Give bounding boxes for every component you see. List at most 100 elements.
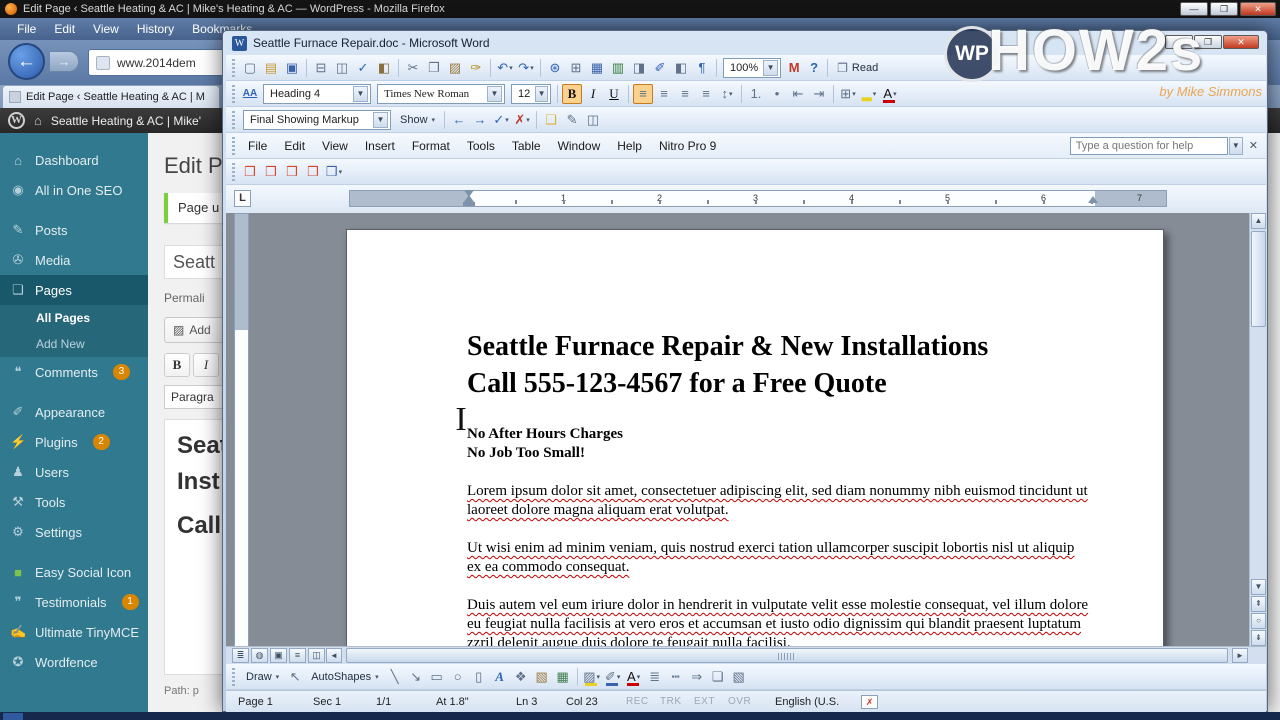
sidebar-item-comments[interactable]: ❝ Comments 3: [0, 357, 148, 387]
word-menu-nitro-pro-9[interactable]: Nitro Pro 9: [651, 136, 724, 156]
zoom-select[interactable]: 100% ▼: [723, 57, 782, 78]
separator[interactable]: [833, 84, 834, 103]
spelling-button[interactable]: ✓: [353, 58, 373, 78]
browser-tab[interactable]: Edit Page ‹ Seattle Heating & AC | M: [2, 85, 220, 108]
scroll-up-button[interactable]: ▲: [1251, 213, 1266, 229]
insert-hyperlink-button[interactable]: ⊛: [545, 58, 565, 78]
right-indent-marker[interactable]: [1088, 196, 1098, 203]
columns-button[interactable]: ◨: [629, 58, 649, 78]
home-icon[interactable]: ⌂: [34, 113, 42, 128]
maximize-button[interactable]: ❐: [1194, 35, 1222, 49]
next-change-button[interactable]: →: [470, 110, 490, 130]
highlight-button[interactable]: ▂: [859, 84, 879, 104]
horizontal-ruler[interactable]: 1 2 3 4 5 6 7: [349, 190, 1167, 207]
add-media-button[interactable]: ▨ Add: [164, 317, 222, 343]
help-button[interactable]: ?: [804, 58, 824, 78]
display-for-review-select[interactable]: Final Showing Markup ▼: [243, 109, 391, 130]
scroll-down-button[interactable]: ▼: [1251, 579, 1266, 595]
cut-button[interactable]: ✂: [403, 58, 423, 78]
separator[interactable]: [741, 84, 742, 103]
increase-indent-button[interactable]: ⇥: [809, 84, 829, 104]
show-hide-button[interactable]: ¶: [692, 58, 712, 78]
separator[interactable]: [398, 58, 399, 77]
insert-line-button[interactable]: ╲: [385, 667, 405, 687]
select-browse-object-button[interactable]: ○: [1251, 613, 1266, 629]
font-color-button[interactable]: A: [880, 84, 900, 104]
separator[interactable]: [536, 110, 538, 129]
nitro-pdf-button-5[interactable]: ❒: [324, 162, 344, 182]
sidebar-item-tools[interactable]: ⚒ Tools: [0, 487, 148, 517]
normal-view-button[interactable]: ≣: [232, 648, 249, 663]
status-flag-rec[interactable]: REC: [626, 696, 659, 707]
word-menu-window[interactable]: Window: [550, 136, 609, 156]
sidebar-item-all-in-one-seo[interactable]: ◉ All in One SEO: [0, 175, 148, 205]
word-menu-edit[interactable]: Edit: [276, 136, 313, 156]
toolbar-drag-handle[interactable]: [232, 162, 235, 181]
back-button[interactable]: ←: [8, 43, 45, 80]
scroll-right-button[interactable]: ►: [1232, 648, 1248, 663]
show-menu-button[interactable]: Show ▾: [394, 110, 441, 130]
scroll-left-button[interactable]: ◄: [326, 648, 342, 663]
undo-button[interactable]: ↶: [495, 58, 515, 78]
redo-button[interactable]: ↷: [516, 58, 536, 78]
firefox-menu-history[interactable]: History: [128, 20, 183, 38]
arrow-style-button[interactable]: ⇒: [687, 667, 707, 687]
firefox-menu-view[interactable]: View: [84, 20, 128, 38]
line-color-button[interactable]: ✐: [603, 667, 623, 687]
word-menu-view[interactable]: View: [314, 136, 356, 156]
sidebar-item-appearance[interactable]: ✐ Appearance: [0, 397, 148, 427]
site-name-link[interactable]: Seattle Heating & AC | Mike': [51, 114, 201, 128]
separator[interactable]: [557, 84, 558, 103]
editor-bold-button[interactable]: B: [164, 353, 190, 377]
select-objects-button[interactable]: ↖: [285, 667, 305, 687]
sidebar-separator[interactable]: [0, 205, 148, 215]
word-menu-file[interactable]: File: [240, 136, 275, 156]
firefox-menu-file[interactable]: File: [8, 20, 45, 38]
sidebar-item-plugins[interactable]: ⚡ Plugins 2: [0, 427, 148, 457]
hanging-indent-marker[interactable]: [464, 195, 474, 202]
print-layout-button[interactable]: ▣: [270, 648, 287, 663]
sidebar-separator[interactable]: [0, 547, 148, 557]
post-title-input[interactable]: Seatt: [164, 245, 222, 279]
threed-style-button[interactable]: ▧: [729, 667, 749, 687]
separator[interactable]: [628, 84, 629, 103]
separator[interactable]: [306, 58, 307, 77]
separator[interactable]: [716, 58, 717, 77]
autoshapes-menu-button[interactable]: AutoShapes ▾: [305, 667, 384, 687]
tab-stop-selector[interactable]: L: [234, 190, 251, 207]
bold-button[interactable]: B: [562, 83, 582, 104]
style-select[interactable]: Heading 4 ▼: [263, 83, 371, 104]
drawing-button[interactable]: ✐: [650, 58, 670, 78]
status-flag-trk[interactable]: TRK: [660, 696, 693, 707]
word-menu-insert[interactable]: Insert: [357, 136, 403, 156]
sidebar-item-ultimate-tinymce[interactable]: ✍ Ultimate TinyMCE: [0, 617, 148, 647]
separator[interactable]: [576, 667, 578, 686]
accept-change-button[interactable]: ✓: [491, 110, 511, 130]
align-center-button[interactable]: ≡: [654, 84, 674, 104]
sidebar-item-media[interactable]: ✇ Media: [0, 245, 148, 275]
align-right-button[interactable]: ≡: [675, 84, 695, 104]
sidebar-subitem-add-new[interactable]: Add New: [0, 331, 148, 357]
next-page-button[interactable]: ⇟: [1251, 630, 1266, 646]
insert-arrow-button[interactable]: ↘: [406, 667, 426, 687]
separator[interactable]: [444, 110, 446, 129]
firefox-menu-edit[interactable]: Edit: [45, 20, 84, 38]
justify-button[interactable]: ≡: [696, 84, 716, 104]
rectangle-button[interactable]: ▭: [427, 667, 447, 687]
left-indent-marker[interactable]: [463, 202, 475, 206]
reject-change-button[interactable]: ✗: [512, 110, 532, 130]
wordpress-logo-icon[interactable]: W: [8, 112, 25, 129]
wordart-button[interactable]: A: [490, 667, 510, 687]
sidebar-item-wordfence[interactable]: ✪ Wordfence: [0, 647, 148, 677]
dash-style-button[interactable]: ┅: [666, 667, 686, 687]
print-preview-button[interactable]: ◫: [332, 58, 352, 78]
outline-view-button[interactable]: ≡: [289, 648, 306, 663]
align-left-button[interactable]: ≡: [633, 83, 653, 104]
insert-comment-button[interactable]: ❑: [541, 110, 561, 130]
status-flag-ext[interactable]: EXT: [694, 696, 727, 707]
nitro-pdf-button-2[interactable]: ❒: [261, 162, 281, 182]
maximize-button[interactable]: ❐: [1210, 2, 1238, 16]
document-map-button[interactable]: ◧: [671, 58, 691, 78]
diagram-button[interactable]: ❖: [511, 667, 531, 687]
word-menu-table[interactable]: Table: [504, 136, 549, 156]
